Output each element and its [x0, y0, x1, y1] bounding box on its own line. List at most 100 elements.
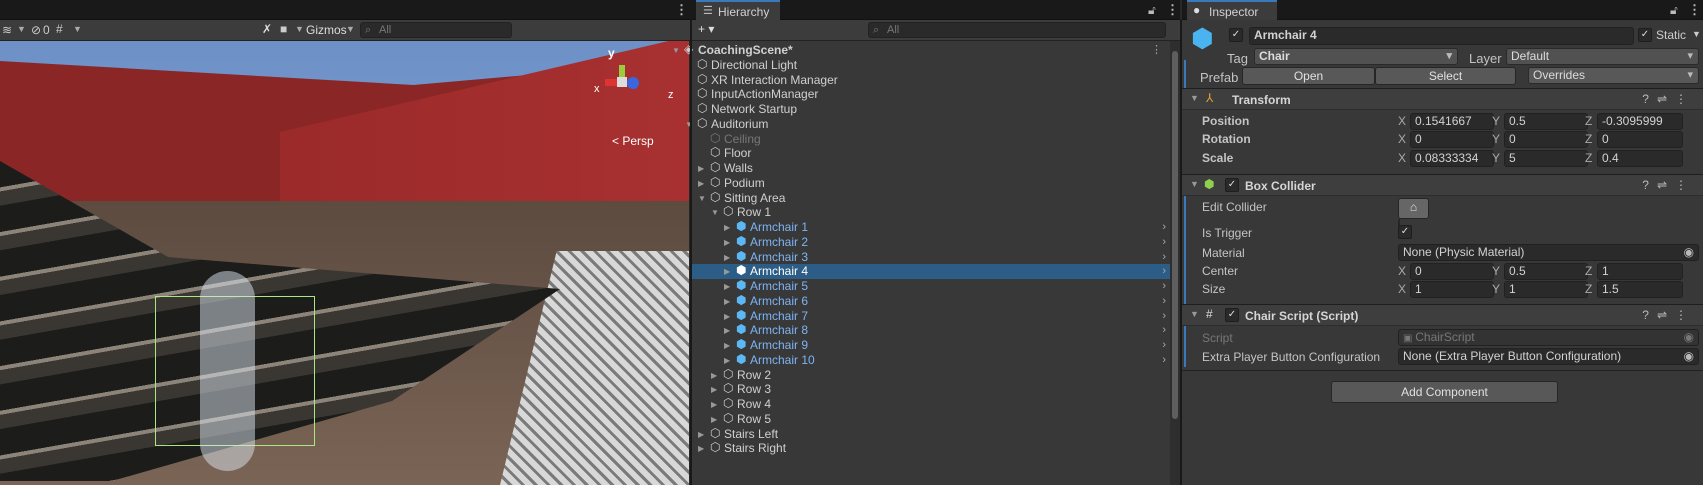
- hierarchy-item[interactable]: ▶ ⬢ Armchair 9 ›: [692, 337, 1170, 353]
- position-z-field[interactable]: -0.3095999: [1597, 113, 1683, 130]
- object-picker-icon[interactable]: ◉: [1684, 245, 1694, 260]
- hierarchy-item[interactable]: ▶ ⬢ Armchair 6 ›: [692, 293, 1170, 309]
- expand-arrow-closed-icon[interactable]: ▶: [698, 161, 704, 176]
- is-trigger-checkbox[interactable]: ✓: [1398, 225, 1412, 239]
- hierarchy-item[interactable]: ▶ ⬢ Armchair 1 ›: [692, 219, 1170, 235]
- rotation-x-field[interactable]: 0: [1410, 131, 1494, 148]
- prefab-select-button[interactable]: Select: [1375, 67, 1516, 85]
- foldout-arrow-icon[interactable]: ▼: [1190, 179, 1199, 189]
- camera-icon[interactable]: ■: [280, 22, 287, 36]
- size-x-field[interactable]: 1: [1410, 281, 1494, 298]
- gizmo-z-axis[interactable]: [627, 77, 639, 89]
- expand-arrow-open-icon[interactable]: ▼: [711, 205, 719, 220]
- material-field[interactable]: None (Physic Material) ◉: [1398, 244, 1699, 261]
- hierarchy-item[interactable]: ⬡ Network Startup: [692, 101, 1170, 117]
- foldout-arrow-icon[interactable]: ▼: [1190, 93, 1199, 103]
- add-component-button[interactable]: Add Component: [1331, 381, 1558, 403]
- chair-script-header[interactable]: ▼ # ✓ Chair Script (Script) ?⇌⋮: [1182, 304, 1703, 326]
- scene-search-input[interactable]: ⌕ All: [360, 22, 512, 38]
- expand-arrow-open-icon[interactable]: ▼: [672, 43, 680, 58]
- scene-menu-icon[interactable]: ⋮: [1151, 43, 1162, 58]
- gizmos-button[interactable]: Gizmos: [306, 23, 347, 37]
- expand-arrow-closed-icon[interactable]: ▶: [711, 397, 717, 412]
- static-dropdown-icon[interactable]: ▼: [1692, 29, 1701, 39]
- box-collider-enabled-checkbox[interactable]: ✓: [1225, 178, 1239, 192]
- hierarchy-search-input[interactable]: ⌕ All: [868, 22, 1166, 38]
- hierarchy-item[interactable]: ⬡ InputActionManager: [692, 86, 1170, 102]
- position-y-field[interactable]: 0.5: [1504, 113, 1588, 130]
- center-z-field[interactable]: 1: [1597, 263, 1683, 280]
- extra-config-field[interactable]: None (Extra Player Button Configuration)…: [1398, 348, 1699, 365]
- draw-mode-icon[interactable]: ≋: [2, 23, 12, 37]
- layer-dropdown[interactable]: Default: [1506, 48, 1699, 65]
- edit-collider-button[interactable]: ⌂: [1398, 198, 1429, 219]
- hierarchy-item[interactable]: ▶ ⬡ Row 2: [692, 367, 1170, 383]
- hierarchy-item[interactable]: ▶ ⬡ Row 3: [692, 381, 1170, 397]
- open-prefab-icon[interactable]: ›: [1162, 323, 1166, 338]
- hierarchy-item[interactable]: ▶ ⬢ Armchair 10 ›: [692, 352, 1170, 368]
- static-dropdown[interactable]: Static: [1656, 28, 1686, 42]
- hierarchy-item[interactable]: ▼ ⬡ Auditorium: [685, 116, 1170, 132]
- component-controls[interactable]: ?⇌⋮: [1642, 308, 1695, 322]
- expand-arrow-closed-icon[interactable]: ▶: [724, 220, 730, 235]
- y-axis-label[interactable]: Y: [1492, 132, 1500, 146]
- hierarchy-item[interactable]: ▶ ⬢ Armchair 5 ›: [692, 278, 1170, 294]
- hierarchy-item[interactable]: ▶ ⬡ Stairs Right: [692, 440, 1170, 456]
- x-axis-label[interactable]: X: [1398, 114, 1406, 128]
- expand-arrow-closed-icon[interactable]: ▶: [724, 279, 730, 294]
- expand-arrow-closed-icon[interactable]: ▶: [724, 323, 730, 338]
- hierarchy-item[interactable]: ⬡ Ceiling: [692, 131, 1170, 147]
- hierarchy-item[interactable]: ▶ ⬡ Podium: [692, 175, 1170, 191]
- scrollbar-thumb[interactable]: [1172, 51, 1178, 419]
- open-prefab-icon[interactable]: ›: [1162, 353, 1166, 368]
- size-y-field[interactable]: 1: [1504, 281, 1588, 298]
- hierarchy-item[interactable]: ▶ ⬡ Walls: [692, 160, 1170, 176]
- y-axis-label[interactable]: Y: [1492, 114, 1500, 128]
- scene-view[interactable]: y x z < Persp: [0, 41, 689, 485]
- z-axis-label[interactable]: Z: [1585, 151, 1592, 165]
- grid-icon[interactable]: #: [56, 22, 63, 36]
- open-prefab-icon[interactable]: ›: [1162, 220, 1166, 235]
- foldout-arrow-icon[interactable]: ▼: [1190, 309, 1199, 319]
- z-axis-label[interactable]: Z: [1585, 264, 1592, 278]
- x-axis-label[interactable]: X: [1398, 151, 1406, 165]
- expand-arrow-closed-icon[interactable]: ▶: [724, 235, 730, 250]
- open-prefab-icon[interactable]: ›: [1162, 309, 1166, 324]
- hierarchy-item[interactable]: ▶ ⬡ Row 4: [692, 396, 1170, 412]
- hierarchy-item[interactable]: ⬡ Floor: [692, 145, 1170, 161]
- lock-icon[interactable]: 🔓︎: [1148, 3, 1156, 18]
- hierarchy-item[interactable]: ▼ ⬡ Sitting Area: [692, 190, 1170, 206]
- tab-hierarchy[interactable]: ☰ Hierarchy: [696, 0, 780, 20]
- open-prefab-icon[interactable]: ›: [1162, 264, 1166, 279]
- open-prefab-icon[interactable]: ›: [1162, 294, 1166, 309]
- x-axis-label[interactable]: X: [1398, 132, 1406, 146]
- hierarchy-item[interactable]: ▶ ⬢ Armchair 2 ›: [692, 234, 1170, 250]
- active-checkbox[interactable]: ✓: [1229, 28, 1243, 42]
- x-axis-label[interactable]: X: [1398, 282, 1406, 296]
- prefab-open-button[interactable]: Open: [1242, 67, 1375, 85]
- hierarchy-item[interactable]: ⬡ Directional Light: [692, 57, 1170, 73]
- x-axis-label[interactable]: X: [1398, 264, 1406, 278]
- z-axis-label[interactable]: Z: [1585, 114, 1592, 128]
- expand-arrow-closed-icon[interactable]: ▶: [711, 368, 717, 383]
- draw-mode-dropdown-icon[interactable]: ▼: [17, 24, 26, 34]
- scale-x-field[interactable]: 0.08333334: [1410, 150, 1494, 167]
- gizmo-center[interactable]: [617, 77, 627, 87]
- expand-arrow-closed-icon[interactable]: ▶: [724, 264, 730, 279]
- tab-inspector[interactable]: ● Inspector: [1187, 0, 1277, 20]
- center-y-field[interactable]: 0.5: [1504, 263, 1588, 280]
- scale-z-field[interactable]: 0.4: [1597, 150, 1683, 167]
- static-checkbox[interactable]: ✓: [1638, 28, 1652, 42]
- expand-arrow-closed-icon[interactable]: ▶: [698, 176, 704, 191]
- prefab-overrides-dropdown[interactable]: Overrides: [1528, 67, 1699, 84]
- position-x-field[interactable]: 0.1541667: [1410, 113, 1494, 130]
- lock-icon[interactable]: 🔓︎: [1670, 3, 1678, 18]
- grid-dropdown-icon[interactable]: ▼: [73, 24, 82, 34]
- hierarchy-item[interactable]: ▶ ⬢ Armchair 8 ›: [692, 322, 1170, 338]
- expand-arrow-closed-icon[interactable]: ▶: [724, 338, 730, 353]
- open-prefab-icon[interactable]: ›: [1162, 338, 1166, 353]
- tools-icon[interactable]: ✗: [262, 22, 272, 36]
- camera-dropdown-icon[interactable]: ▼: [295, 24, 304, 34]
- hierarchy-item[interactable]: ▶ ⬢ Armchair 7 ›: [692, 308, 1170, 324]
- hierarchy-item[interactable]: ▶ ⬡ Stairs Left: [692, 426, 1170, 442]
